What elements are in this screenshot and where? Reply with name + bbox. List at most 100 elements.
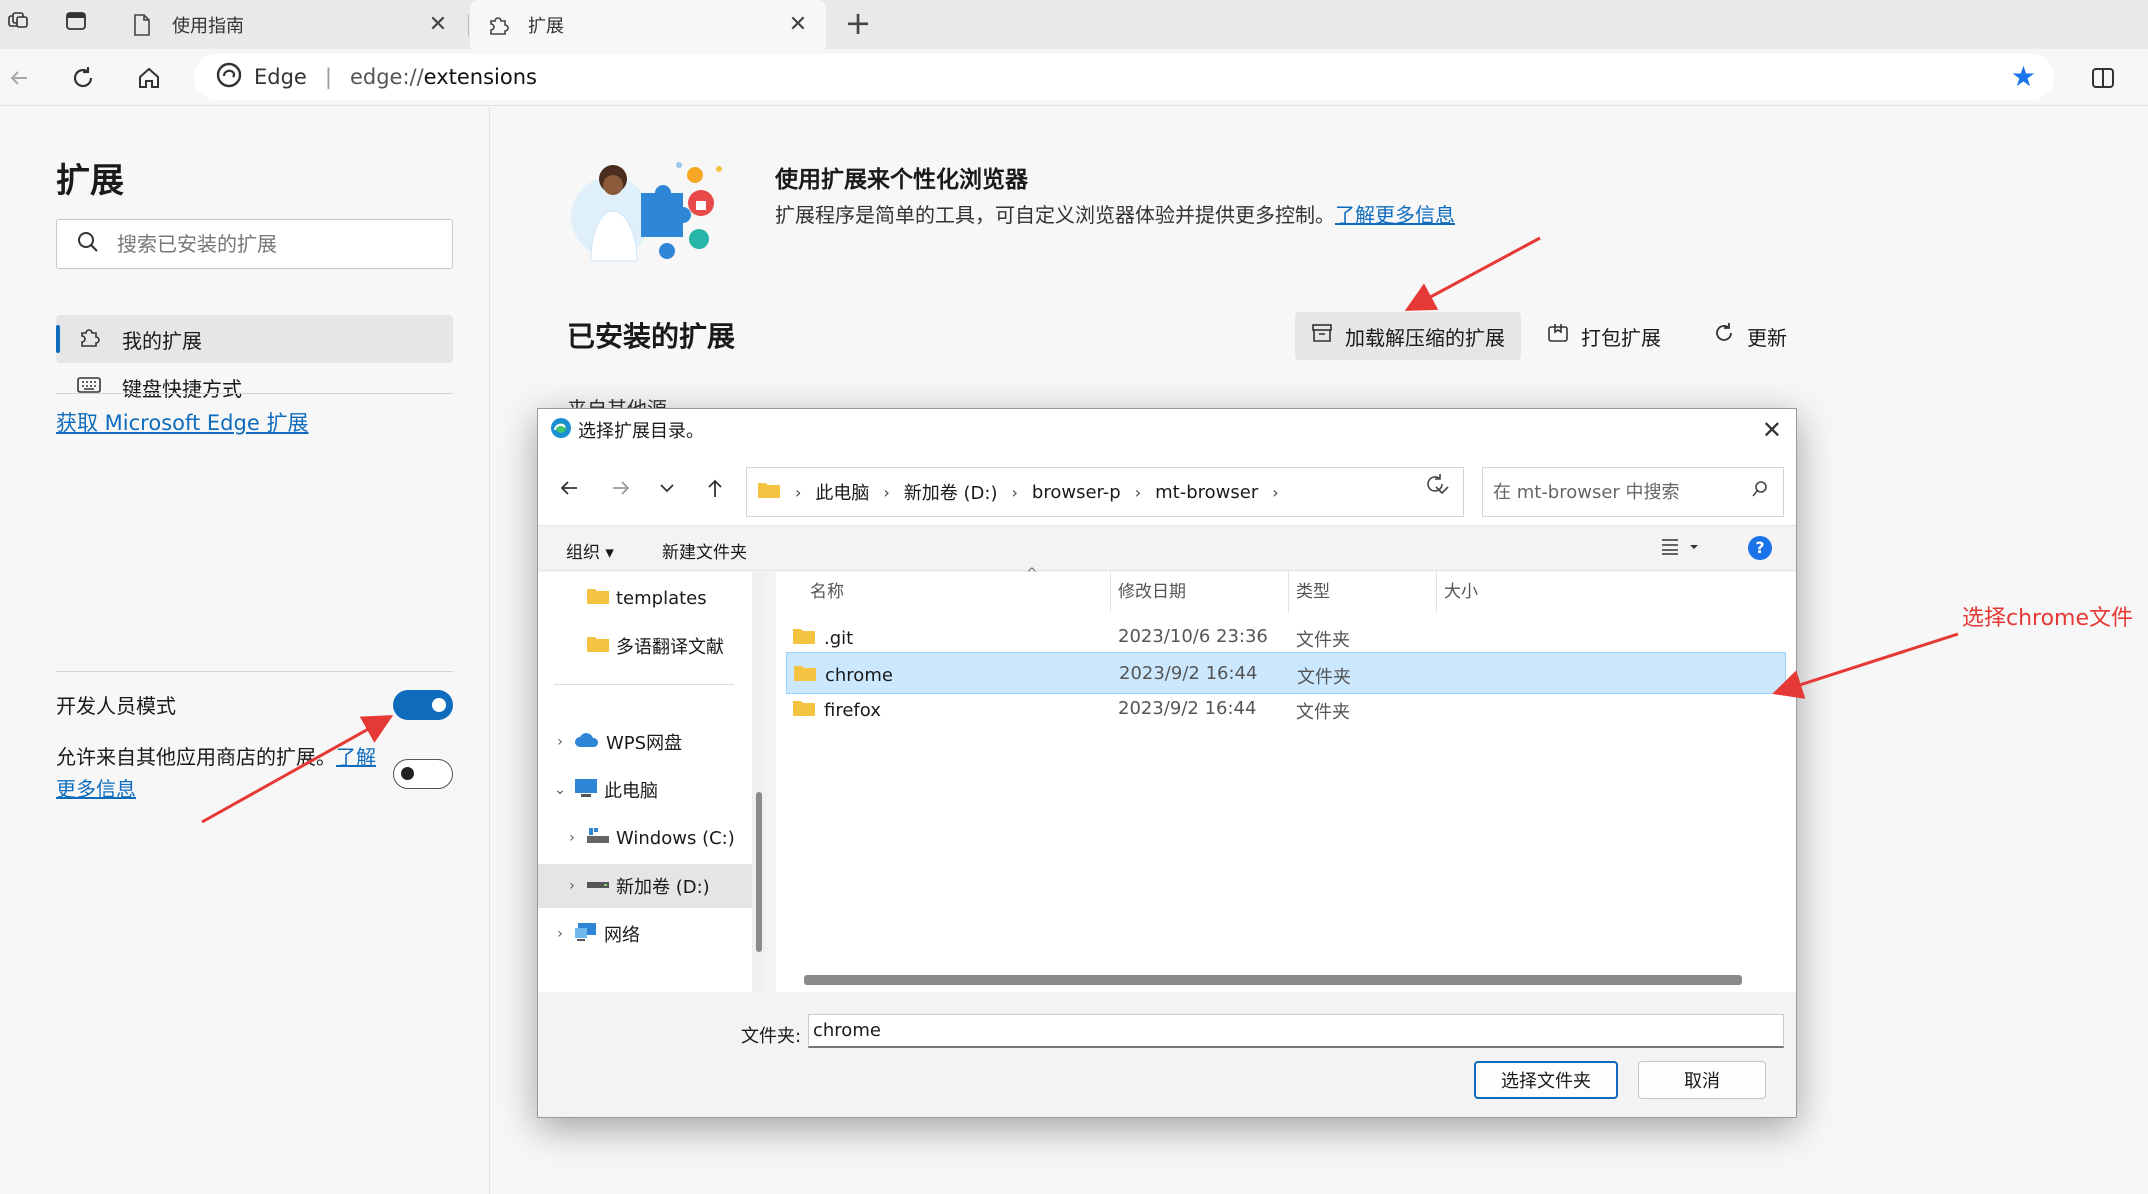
split-screen-icon[interactable]: [2086, 61, 2120, 95]
breadcrumb-item[interactable]: 此电脑: [815, 479, 869, 505]
new-tab-button[interactable]: +: [840, 6, 876, 42]
folder-icon: [793, 663, 817, 688]
page-icon: [130, 13, 154, 37]
column-header-size[interactable]: 大小: [1444, 572, 1478, 612]
folder-field-input[interactable]: [808, 1014, 1784, 1048]
tree-item-drive-c[interactable]: › Windows (C:): [538, 816, 752, 860]
file-name-cell: firefox: [792, 698, 881, 723]
organize-menu[interactable]: 组织 ▾: [566, 538, 614, 563]
dialog-close-icon[interactable]: ✕: [1762, 417, 1782, 443]
installed-extensions-title: 已安装的扩展: [567, 320, 736, 353]
address-scheme: edge://: [349, 65, 424, 89]
dialog-search-box[interactable]: [1482, 467, 1784, 517]
breadcrumb[interactable]: › 此电脑 › 新加卷 (D:) › browser-p › mt-browse…: [746, 467, 1464, 517]
extension-search-input[interactable]: [117, 232, 437, 256]
refresh-icon[interactable]: [66, 61, 100, 95]
cancel-button[interactable]: 取消: [1638, 1061, 1766, 1099]
breadcrumb-separator: ›: [1011, 482, 1018, 502]
sort-ascending-icon: ^: [1026, 566, 1038, 582]
pack-extension-button[interactable]: 打包扩展: [1531, 312, 1677, 360]
vertical-tabs-icon[interactable]: [62, 10, 90, 38]
breadcrumb-separator: ›: [883, 482, 890, 502]
view-options-icon[interactable]: [1660, 536, 1700, 561]
expand-chevron-icon[interactable]: ›: [550, 734, 570, 750]
forward-icon[interactable]: [606, 473, 636, 503]
tree-item-this-pc[interactable]: ⌄ 此电脑: [538, 768, 752, 812]
file-list-horizontal-scrollbar[interactable]: [804, 975, 1742, 985]
puzzle-icon: [486, 13, 510, 37]
annotation-label: 选择chrome文件: [1962, 606, 2134, 631]
tab-guide[interactable]: 使用指南 ✕: [114, 0, 466, 49]
allow-other-stores-label: 允许来自其他应用商店的扩展。了解更多信息: [56, 741, 386, 805]
address-bar[interactable]: Edge | edge:// extensions ★: [194, 54, 2054, 100]
refresh-icon[interactable]: [1424, 473, 1446, 501]
select-folder-dialog: 选择扩展目录。 ✕ › 此电脑 › 新加卷 (D:) › browser-p ›…: [537, 408, 1797, 1118]
load-unpacked-label: 加载解压缩的扩展: [1345, 325, 1505, 350]
close-tab-icon[interactable]: ✕: [426, 12, 450, 37]
tree-item-wps-drive[interactable]: › WPS网盘: [538, 720, 752, 764]
file-modified: 2023/10/6 23:36: [1118, 626, 1268, 647]
developer-mode-toggle[interactable]: [393, 690, 453, 720]
folder-icon: [792, 698, 816, 723]
column-header-type[interactable]: 类型: [1296, 572, 1330, 612]
file-list: ^ 名称 修改日期 类型 大小 .git 2023/10/6 23:36 文件夹…: [776, 566, 1796, 992]
scrollbar-thumb[interactable]: [756, 792, 762, 952]
file-name: chrome: [825, 665, 893, 686]
breadcrumb-separator: ›: [795, 482, 802, 502]
extensions-illustration: [567, 151, 743, 271]
load-unpacked-button[interactable]: 加载解压缩的扩展: [1295, 312, 1521, 360]
up-folder-icon[interactable]: [700, 473, 730, 503]
search-icon: [1751, 480, 1769, 503]
tree-item-network[interactable]: › 网络: [538, 912, 752, 956]
sidebar-divider: [56, 671, 453, 672]
file-type: 文件夹: [1297, 667, 1351, 688]
tree-item-templates[interactable]: templates: [538, 576, 752, 620]
select-folder-button[interactable]: 选择文件夹: [1474, 1061, 1618, 1099]
sidebar-item-label: 键盘快捷方式: [122, 376, 242, 401]
update-button[interactable]: 更新: [1697, 312, 1803, 360]
breadcrumb-separator: ›: [1134, 482, 1142, 502]
get-extensions-link[interactable]: 获取 Microsoft Edge 扩展: [56, 407, 308, 437]
breadcrumb-item[interactable]: 新加卷 (D:): [904, 479, 998, 505]
sidebar-item-keyboard-shortcuts[interactable]: 键盘快捷方式: [56, 363, 453, 411]
search-icon: [77, 231, 99, 257]
file-row-firefox[interactable]: firefox 2023/9/2 16:44 文件夹: [786, 688, 1786, 730]
column-header-modified[interactable]: 修改日期: [1118, 572, 1186, 612]
hero-description-text: 扩展程序是简单的工具，可自定义浏览器体验并提供更多控制。: [775, 203, 1335, 227]
extension-search-box[interactable]: [56, 219, 453, 269]
favorite-star-icon[interactable]: ★: [2011, 62, 2036, 92]
expand-chevron-icon[interactable]: ›: [550, 926, 570, 942]
back-icon[interactable]: [2, 61, 36, 95]
breadcrumb-item[interactable]: browser-p: [1032, 482, 1121, 503]
collapse-chevron-icon[interactable]: ⌄: [550, 782, 570, 798]
hero-learn-more-link[interactable]: 了解更多信息: [1335, 203, 1455, 227]
back-icon[interactable]: [554, 473, 584, 503]
recent-locations-chevron-icon[interactable]: [652, 473, 682, 503]
navigation-scrollbar[interactable]: [752, 572, 766, 992]
close-tab-icon[interactable]: ✕: [786, 12, 810, 37]
workspaces-icon[interactable]: [4, 10, 32, 38]
new-folder-button[interactable]: 新建文件夹: [662, 538, 747, 563]
tree-item-drive-d[interactable]: › 新加卷 (D:): [538, 864, 752, 908]
breadcrumb-item[interactable]: mt-browser: [1155, 482, 1258, 503]
home-icon[interactable]: [132, 61, 166, 95]
sidebar-item-my-extensions[interactable]: 我的扩展: [56, 315, 453, 363]
help-icon[interactable]: ?: [1748, 536, 1772, 560]
file-name-cell: .git: [792, 626, 853, 651]
tree-item-label: 新加卷 (D:): [616, 877, 710, 898]
column-separator[interactable]: [1288, 572, 1289, 612]
dialog-search-input[interactable]: [1493, 481, 1743, 503]
column-separator[interactable]: [1436, 572, 1437, 612]
tree-item-label: 多语翻译文献: [616, 637, 724, 658]
column-header-name[interactable]: 名称: [810, 572, 844, 612]
folder-field-label: 文件夹:: [741, 1026, 802, 1047]
expand-chevron-icon[interactable]: ›: [562, 830, 582, 846]
drive-icon: [586, 874, 610, 899]
tree-item-translations[interactable]: 多语翻译文献: [538, 624, 752, 668]
tab-extensions[interactable]: 扩展 ✕: [470, 0, 826, 49]
allow-other-stores-toggle[interactable]: [393, 759, 453, 789]
sidebar-title: 扩展: [56, 161, 124, 201]
address-brand: Edge: [254, 65, 307, 89]
column-separator[interactable]: [1110, 572, 1111, 612]
expand-chevron-icon[interactable]: ›: [562, 878, 582, 894]
